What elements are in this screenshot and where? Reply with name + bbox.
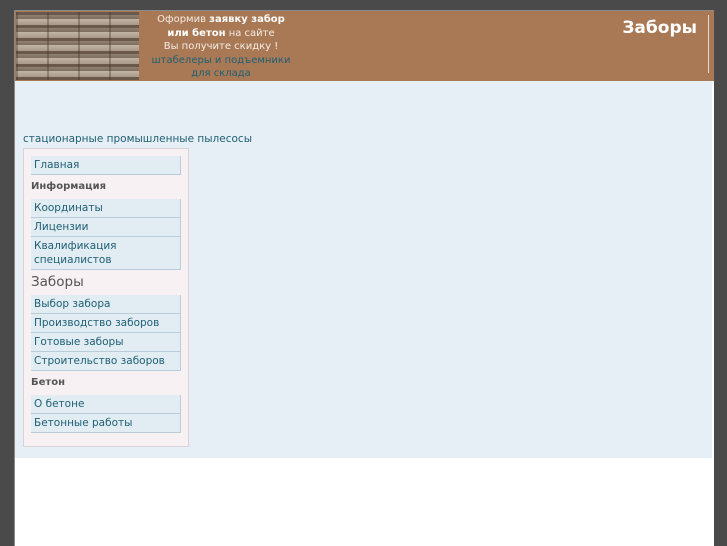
menu-item-coordinates[interactable]: Координаты [31, 199, 181, 218]
header-banner: Оформив заявку забор или бетон на сайте … [15, 11, 714, 81]
site-title: Заборы [622, 18, 697, 38]
promo-line-2: или бетон на сайте [147, 27, 295, 41]
promo-line-3: Вы получите скидку ! [163, 41, 279, 52]
menu-item-concrete-works[interactable]: Бетонные работы [31, 414, 181, 433]
page: Оформив заявку забор или бетон на сайте … [14, 10, 714, 546]
promo-bold-2: или бетон [167, 27, 226, 39]
promo-link-1[interactable]: штабелеры и подъемники [147, 54, 295, 68]
menu-item-qualification[interactable]: Квалификация специалистов [31, 237, 181, 270]
menu-item-fence-choice[interactable]: Выбор забора [31, 295, 181, 314]
stone-texture [16, 12, 139, 80]
section-title-concrete: Бетон [31, 377, 65, 388]
promo-link-2[interactable]: для склада [147, 67, 295, 81]
sidebar: Главная Информация Координаты Лицензии К… [23, 148, 189, 447]
top-link[interactable]: стационарные промышленные пылесосы [23, 133, 252, 145]
menu-item-home[interactable]: Главная [31, 156, 181, 175]
header-divider [708, 15, 709, 73]
promo-bold-1: заявку забор [209, 14, 285, 25]
section-title-fences: Заборы [31, 274, 84, 290]
promo-line-1: Оформив заявку забор [147, 13, 295, 27]
promo-prefix: Оформив [157, 14, 210, 25]
menu-item-licenses[interactable]: Лицензии [31, 218, 181, 237]
menu-item-fence-construction[interactable]: Строительство заборов [31, 352, 181, 371]
promo-block: Оформив заявку забор или бетон на сайте … [147, 13, 295, 81]
menu-item-ready-fences[interactable]: Готовые заборы [31, 333, 181, 352]
section-title-info: Информация [31, 181, 106, 192]
stone-wall-image [16, 12, 139, 80]
promo-suffix: на сайте [225, 27, 275, 39]
menu-item-about-concrete[interactable]: О бетоне [31, 395, 181, 414]
menu-item-fence-production[interactable]: Производство заборов [31, 314, 181, 333]
